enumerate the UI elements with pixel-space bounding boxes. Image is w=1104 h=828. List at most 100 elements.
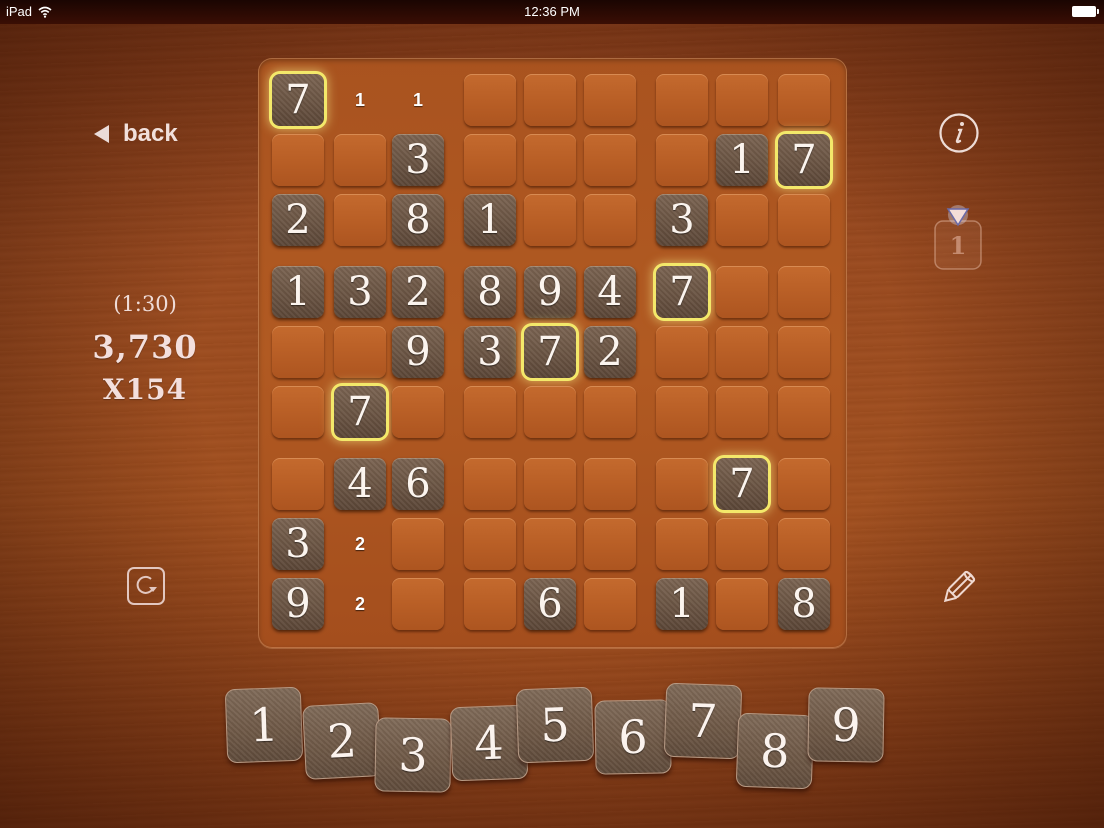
cell-r7c2[interactable]: 4 [334, 458, 386, 510]
cell-r3c9[interactable] [778, 194, 830, 246]
cell-r5c3[interactable]: 9 [392, 326, 444, 378]
number-tile-5[interactable]: 5 [515, 686, 595, 764]
number-tile-2[interactable]: 2 [302, 702, 382, 780]
number-tile-8[interactable]: 8 [735, 712, 815, 790]
cell-r1c1[interactable]: 7 [272, 74, 324, 126]
cell-r5c4[interactable]: 3 [464, 326, 516, 378]
battery-icon [1072, 6, 1099, 17]
cell-r4c4[interactable]: 8 [464, 266, 516, 318]
cell-r2c5[interactable] [524, 134, 576, 186]
status-time: 12:36 PM [524, 4, 580, 19]
cell-r2c3[interactable]: 3 [392, 134, 444, 186]
cell-r3c1[interactable]: 2 [272, 194, 324, 246]
number-tile-9[interactable]: 9 [807, 687, 885, 763]
cell-r4c7[interactable]: 7 [656, 266, 708, 318]
cell-r8c6[interactable] [584, 518, 636, 570]
number-tile-6[interactable]: 6 [594, 699, 672, 775]
cell-r4c3[interactable]: 2 [392, 266, 444, 318]
cell-r1c9[interactable] [778, 74, 830, 126]
cell-r1c3[interactable]: 1 [392, 74, 444, 126]
cell-r8c2[interactable]: 2 [334, 518, 386, 570]
score: 3,730 [92, 328, 198, 366]
cell-r8c3[interactable] [392, 518, 444, 570]
cell-r3c6[interactable] [584, 194, 636, 246]
cell-r8c7[interactable] [656, 518, 708, 570]
cell-r7c4[interactable] [464, 458, 516, 510]
cell-r9c6[interactable] [584, 578, 636, 630]
cell-r6c6[interactable] [584, 386, 636, 438]
pencil-button[interactable] [936, 566, 980, 610]
cell-r9c9[interactable]: 8 [778, 578, 830, 630]
cell-r8c1[interactable]: 3 [272, 518, 324, 570]
cell-r2c1[interactable] [272, 134, 324, 186]
cell-r7c3[interactable]: 6 [392, 458, 444, 510]
cell-r2c4[interactable] [464, 134, 516, 186]
cell-r8c9[interactable] [778, 518, 830, 570]
cell-r2c2[interactable] [334, 134, 386, 186]
cell-r6c3[interactable] [392, 386, 444, 438]
number-tile-1[interactable]: 1 [224, 686, 304, 764]
cell-r4c5[interactable]: 9 [524, 266, 576, 318]
cell-r3c3[interactable]: 8 [392, 194, 444, 246]
cell-r1c2[interactable]: 1 [334, 74, 386, 126]
cell-r1c4[interactable] [464, 74, 516, 126]
cell-r5c1[interactable] [272, 326, 324, 378]
cell-r7c5[interactable] [524, 458, 576, 510]
cell-r9c4[interactable] [464, 578, 516, 630]
cell-r6c9[interactable] [778, 386, 830, 438]
cell-r6c5[interactable] [524, 386, 576, 438]
cell-r4c9[interactable] [778, 266, 830, 318]
cell-r9c2[interactable]: 2 [334, 578, 386, 630]
cell-r1c7[interactable] [656, 74, 708, 126]
cell-r2c6[interactable] [584, 134, 636, 186]
cell-r7c6[interactable] [584, 458, 636, 510]
left-triangle-icon [94, 125, 109, 143]
cell-r5c5[interactable]: 7 [524, 326, 576, 378]
cell-r4c6[interactable]: 4 [584, 266, 636, 318]
restart-button[interactable] [126, 566, 166, 606]
cell-r6c7[interactable] [656, 386, 708, 438]
cell-r9c8[interactable] [716, 578, 768, 630]
cell-r4c8[interactable] [716, 266, 768, 318]
cell-r5c6[interactable]: 2 [584, 326, 636, 378]
cell-r9c3[interactable] [392, 578, 444, 630]
cell-r9c1[interactable]: 9 [272, 578, 324, 630]
cell-r1c8[interactable] [716, 74, 768, 126]
cell-r8c5[interactable] [524, 518, 576, 570]
cell-r7c1[interactable] [272, 458, 324, 510]
cell-r6c1[interactable] [272, 386, 324, 438]
cell-r2c7[interactable] [656, 134, 708, 186]
pencil-icon [943, 570, 976, 603]
hint-button[interactable]: 1 [932, 205, 984, 273]
cell-r3c2[interactable] [334, 194, 386, 246]
cell-r8c8[interactable] [716, 518, 768, 570]
info-button[interactable] [938, 112, 980, 154]
cell-r5c7[interactable] [656, 326, 708, 378]
cell-r5c2[interactable] [334, 326, 386, 378]
cell-r5c8[interactable] [716, 326, 768, 378]
cell-r4c2[interactable]: 3 [334, 266, 386, 318]
cell-r8c4[interactable] [464, 518, 516, 570]
cell-r6c4[interactable] [464, 386, 516, 438]
cell-r3c7[interactable]: 3 [656, 194, 708, 246]
cell-r4c1[interactable]: 1 [272, 266, 324, 318]
cell-r3c5[interactable] [524, 194, 576, 246]
cell-r5c9[interactable] [778, 326, 830, 378]
cell-r9c7[interactable]: 1 [656, 578, 708, 630]
cell-r6c8[interactable] [716, 386, 768, 438]
number-tile-3[interactable]: 3 [374, 717, 452, 793]
cell-r7c7[interactable] [656, 458, 708, 510]
back-button[interactable]: back [94, 120, 178, 148]
cell-r3c4[interactable]: 1 [464, 194, 516, 246]
cell-r7c9[interactable] [778, 458, 830, 510]
cell-r1c5[interactable] [524, 74, 576, 126]
cell-r9c5[interactable]: 6 [524, 578, 576, 630]
multiplier: X154 [102, 373, 188, 406]
number-tile-7[interactable]: 7 [663, 682, 743, 760]
cell-r7c8[interactable]: 7 [716, 458, 768, 510]
cell-r6c2[interactable]: 7 [334, 386, 386, 438]
cell-r2c8[interactable]: 1 [716, 134, 768, 186]
cell-r3c8[interactable] [716, 194, 768, 246]
cell-r2c9[interactable]: 7 [778, 134, 830, 186]
cell-r1c6[interactable] [584, 74, 636, 126]
